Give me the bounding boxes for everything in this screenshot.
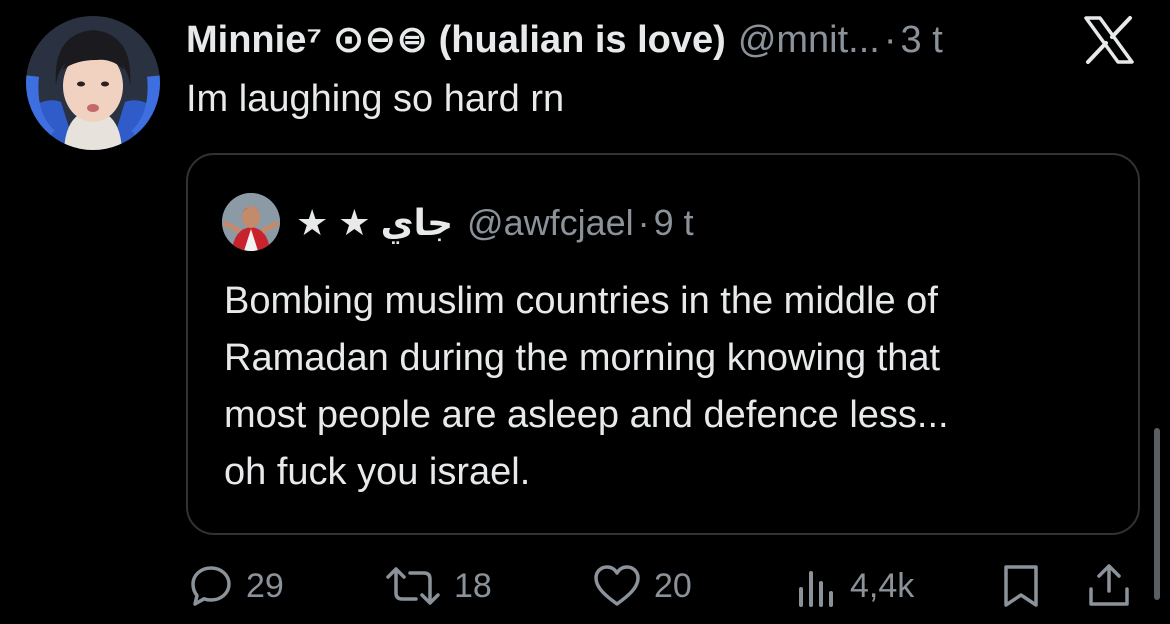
action-bar: 29 18 20 4,4k — [0, 556, 1170, 616]
tweet-text: Im laughing so hard rn — [186, 78, 565, 120]
tweet[interactable]: Minnie⁷ ⊙⊖⊜ (hualian is love) @mnit... ·… — [0, 0, 1170, 624]
retweet-count: 18 — [454, 566, 492, 605]
share-icon — [1089, 564, 1129, 606]
scrollbar[interactable] — [1154, 428, 1160, 600]
quoted-timestamp[interactable]: 9 t — [654, 197, 694, 249]
author-avatar[interactable] — [26, 16, 160, 150]
quoted-text-line: Ramadan during the morning knowing that — [224, 337, 941, 379]
retweet-icon — [386, 567, 440, 605]
share-button[interactable] — [1086, 556, 1132, 616]
reply-count: 29 — [246, 566, 284, 605]
quoted-text-line: most people are asleep and defence less.… — [224, 394, 949, 436]
views-button[interactable]: 4,4k — [796, 556, 914, 616]
quoted-text-line: Bombing muslim countries in the middle o… — [224, 280, 938, 322]
views-count: 4,4k — [850, 566, 915, 605]
like-button[interactable]: 20 — [592, 556, 692, 616]
header-separator: · — [883, 19, 897, 61]
quoted-text-line: oh fuck you israel. — [224, 451, 531, 493]
bookmark-icon — [1004, 565, 1038, 607]
author-display-name[interactable]: Minnie⁷ ⊙⊖⊜ (hualian is love) — [186, 14, 726, 66]
quoted-author-display-name[interactable]: ★ ★ جاي — [296, 197, 453, 249]
quoted-header-separator: · — [637, 202, 650, 243]
quoted-author-avatar[interactable] — [222, 193, 280, 251]
quoted-header: ★ ★ جاي @awfcjael · 9 t — [296, 197, 694, 249]
quoted-avatar-photo — [222, 193, 280, 251]
retweet-button[interactable]: 18 — [384, 556, 492, 616]
quoted-tweet[interactable]: ★ ★ جاي @awfcjael · 9 t Bombing muslim c… — [186, 153, 1140, 535]
reply-icon — [191, 566, 231, 606]
author-handle[interactable]: @mnit... — [738, 14, 880, 66]
quoted-tweet-text: Bombing muslim countries in the middle o… — [224, 273, 1114, 501]
heart-icon — [594, 565, 640, 606]
avatar-photo — [26, 16, 160, 150]
reply-button[interactable]: 29 — [188, 556, 284, 616]
views-icon — [799, 571, 833, 607]
bookmark-button[interactable] — [998, 556, 1044, 616]
like-count: 20 — [654, 566, 692, 605]
tweet-header: Minnie⁷ ⊙⊖⊜ (hualian is love) @mnit... ·… — [186, 14, 943, 66]
x-logo-icon[interactable] — [1076, 14, 1142, 66]
quoted-author-handle[interactable]: @awfcjael — [467, 197, 634, 249]
tweet-timestamp[interactable]: 3 t — [901, 14, 943, 66]
